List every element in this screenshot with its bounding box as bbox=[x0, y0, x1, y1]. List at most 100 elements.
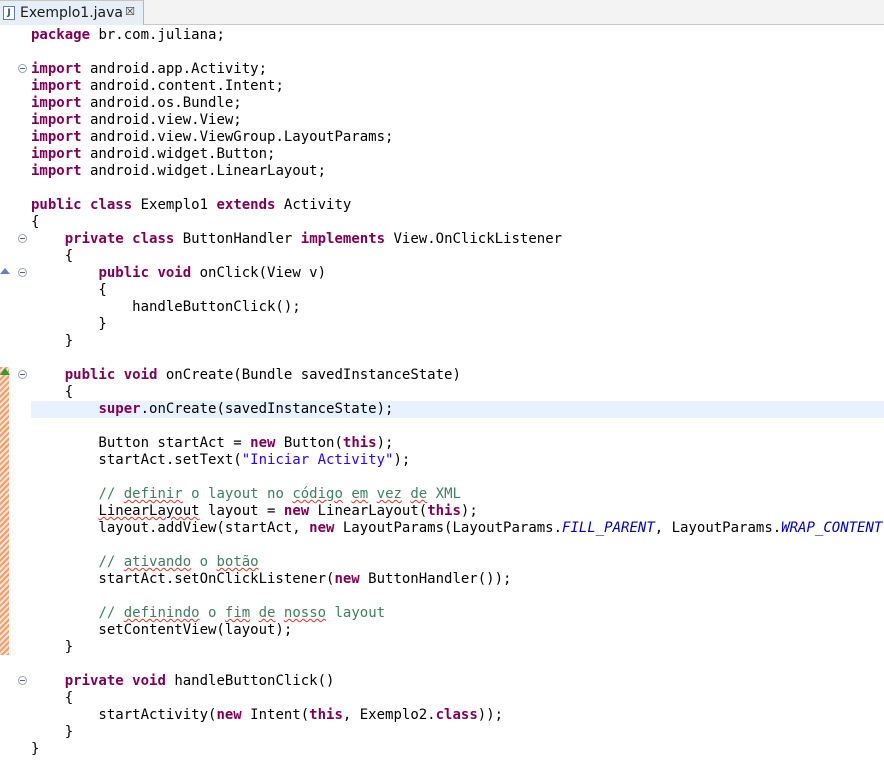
code-token: layout = bbox=[199, 503, 284, 519]
code-line[interactable]: import android.content.Intent; bbox=[31, 78, 884, 95]
code-token: LinearLayout( bbox=[309, 503, 428, 519]
code-token: Activity bbox=[275, 197, 352, 213]
code-line[interactable]: // definindo o fim de nosso layout bbox=[31, 605, 884, 622]
code-line[interactable]: import android.widget.LinearLayout; bbox=[31, 163, 884, 180]
code-line[interactable]: { bbox=[31, 214, 884, 231]
code-token: definindo bbox=[123, 605, 200, 621]
code-line[interactable]: } bbox=[31, 724, 884, 741]
code-token: { bbox=[31, 248, 74, 264]
code-line[interactable]: import android.view.ViewGroup.LayoutPara… bbox=[31, 129, 884, 146]
code-token: extends bbox=[216, 197, 276, 213]
code-line[interactable]: startActivity(new Intent(this, Exemplo2.… bbox=[31, 707, 884, 724]
tab-exemplo1-java[interactable]: J Exemplo1.java ☒ bbox=[0, 0, 144, 25]
code-token: em bbox=[351, 486, 369, 502]
code-token: void bbox=[123, 367, 158, 383]
fold-collapse-icon[interactable] bbox=[18, 64, 27, 73]
code-token: XML bbox=[427, 486, 461, 502]
code-token: startAct.setOnClickListener( bbox=[31, 571, 335, 587]
code-token: } bbox=[31, 316, 107, 332]
code-token: o layout no bbox=[182, 486, 293, 502]
code-token: definir bbox=[123, 486, 183, 502]
code-token: ); bbox=[393, 452, 411, 468]
override-arrow-icon[interactable] bbox=[0, 368, 10, 375]
code-line[interactable]: import android.app.Activity; bbox=[31, 61, 884, 78]
code-token: { bbox=[31, 384, 74, 400]
implements-arrow-icon[interactable] bbox=[0, 268, 10, 274]
code-token: fim bbox=[224, 605, 251, 621]
code-line[interactable]: } bbox=[31, 333, 884, 350]
code-token: android.app.Activity; bbox=[81, 61, 268, 77]
code-line[interactable] bbox=[31, 418, 884, 435]
code-line[interactable]: Button startAct = new Button(this); bbox=[31, 435, 884, 452]
quick-diff-change-bar[interactable] bbox=[0, 367, 9, 655]
code-token: } bbox=[31, 741, 40, 757]
code-line[interactable] bbox=[31, 350, 884, 367]
code-line[interactable]: { bbox=[31, 690, 884, 707]
code-line[interactable]: public class Exemplo1 extends Activity bbox=[31, 197, 884, 214]
code-token: View.OnClickListener bbox=[385, 231, 563, 247]
code-line[interactable]: super.onCreate(savedInstanceState); bbox=[31, 401, 884, 418]
fold-collapse-icon[interactable] bbox=[18, 676, 27, 685]
code-line[interactable]: startAct.setOnClickListener(new ButtonHa… bbox=[31, 571, 884, 588]
code-line[interactable] bbox=[31, 180, 884, 197]
code-editor[interactable]: package br.com.juliana; import android.a… bbox=[31, 27, 884, 758]
code-line[interactable]: public void onCreate(Bundle savedInstanc… bbox=[31, 367, 884, 384]
fold-collapse-icon[interactable] bbox=[18, 268, 27, 277]
code-token: startActivity( bbox=[31, 707, 217, 723]
code-line[interactable]: LinearLayout layout = new LinearLayout(t… bbox=[31, 503, 884, 520]
code-token: onCreate(Bundle savedInstanceState) bbox=[157, 367, 461, 383]
code-token: WRAP_CONTENT bbox=[781, 520, 883, 536]
code-token: public bbox=[64, 367, 116, 383]
code-line[interactable]: public void onClick(View v) bbox=[31, 265, 884, 282]
code-line[interactable]: // definir o layout no código em vez de … bbox=[31, 486, 884, 503]
code-token: new bbox=[283, 503, 310, 519]
code-token: startAct.setText( bbox=[31, 452, 242, 468]
code-token: new bbox=[250, 435, 276, 451]
code-token: new bbox=[334, 571, 360, 587]
close-icon[interactable]: ☒ bbox=[123, 3, 137, 21]
code-line[interactable]: // ativando o botão bbox=[31, 554, 884, 571]
code-line[interactable]: { bbox=[31, 384, 884, 401]
code-token: } bbox=[31, 333, 74, 349]
code-token: setContentView(layout); bbox=[31, 622, 293, 638]
code-token: import bbox=[31, 95, 82, 111]
code-token: Button startAct = bbox=[31, 435, 251, 451]
code-token: new bbox=[216, 707, 242, 723]
code-line[interactable]: } bbox=[31, 639, 884, 656]
code-line[interactable] bbox=[31, 656, 884, 673]
code-line[interactable]: private void handleButtonClick() bbox=[31, 673, 884, 690]
code-line[interactable]: handleButtonClick(); bbox=[31, 299, 884, 316]
code-line[interactable]: setContentView(layout); bbox=[31, 622, 884, 639]
code-line[interactable]: } bbox=[31, 316, 884, 333]
code-line[interactable]: layout.addView(startAct, new LayoutParam… bbox=[31, 520, 884, 537]
fold-collapse-icon[interactable] bbox=[18, 370, 27, 379]
code-line[interactable]: } bbox=[31, 741, 884, 758]
code-token: android.content.Intent; bbox=[81, 78, 284, 94]
fold-collapse-icon[interactable] bbox=[18, 234, 27, 243]
code-line[interactable] bbox=[31, 44, 884, 61]
code-line[interactable] bbox=[31, 469, 884, 486]
code-line[interactable]: private class ButtonHandler implements V… bbox=[31, 231, 884, 248]
code-line[interactable] bbox=[31, 588, 884, 605]
code-line[interactable]: import android.view.View; bbox=[31, 112, 884, 129]
code-line[interactable]: import android.widget.Button; bbox=[31, 146, 884, 163]
code-token: void bbox=[132, 673, 166, 689]
code-token: .onCreate(savedInstanceState); bbox=[140, 401, 394, 417]
code-line[interactable]: startAct.setText("Iniciar Activity"); bbox=[31, 452, 884, 469]
code-line[interactable]: { bbox=[31, 248, 884, 265]
code-line[interactable]: import android.os.Bundle; bbox=[31, 95, 884, 112]
code-line[interactable]: { bbox=[31, 282, 884, 299]
code-line[interactable]: package br.com.juliana; bbox=[31, 27, 884, 44]
code-token: FILL_PARENT bbox=[562, 520, 655, 536]
code-line[interactable] bbox=[31, 537, 884, 554]
code-token: class bbox=[90, 197, 133, 213]
code-token: { bbox=[31, 282, 107, 298]
